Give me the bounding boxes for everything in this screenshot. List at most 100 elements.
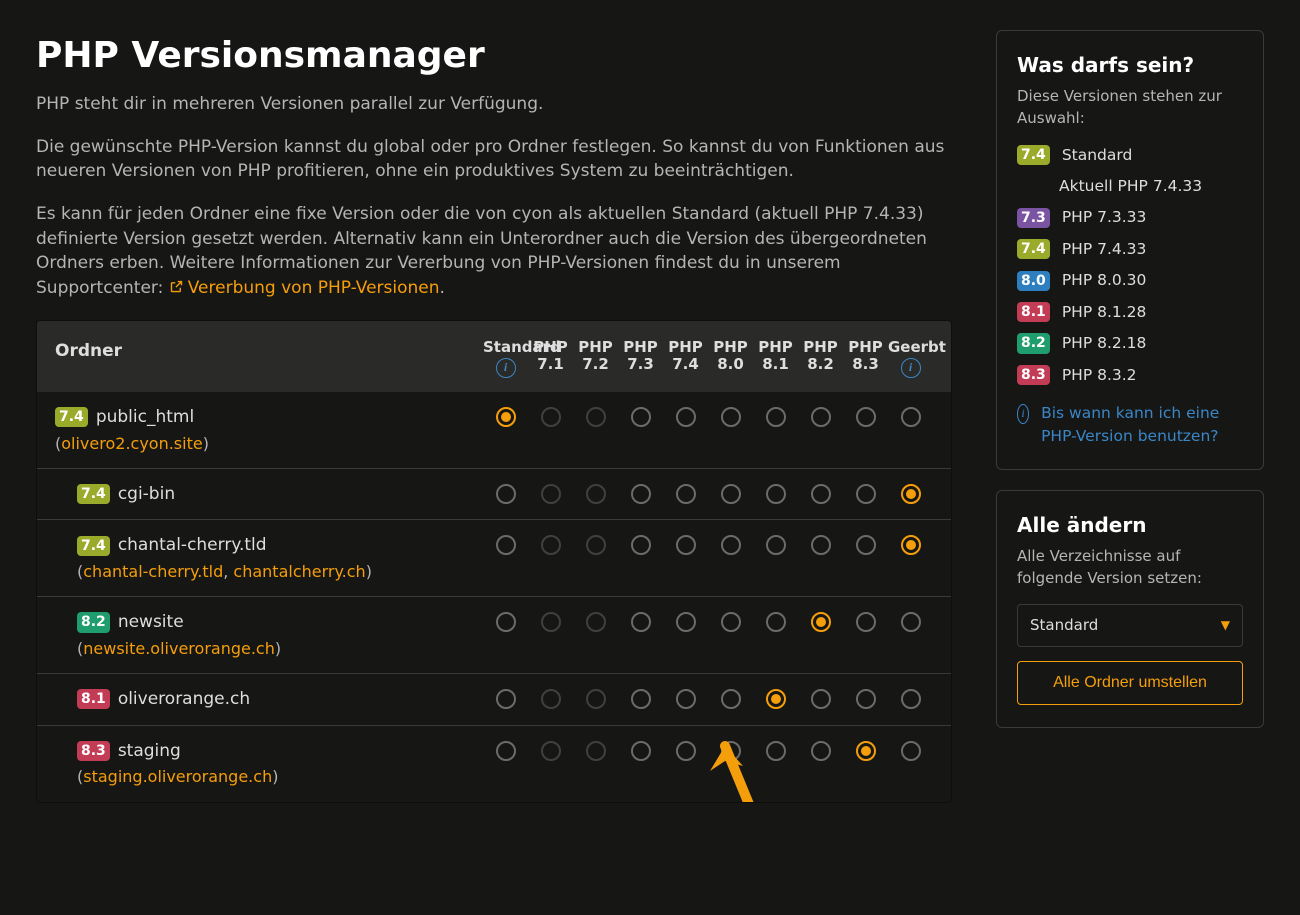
version-radio[interactable] <box>631 407 651 427</box>
col-header: PHP7.4 <box>663 339 708 378</box>
col-header: PHP8.2 <box>798 339 843 378</box>
version-radio[interactable] <box>856 612 876 632</box>
version-radio[interactable] <box>901 689 921 709</box>
version-radio[interactable] <box>766 689 786 709</box>
version-list-label: Standard <box>1062 144 1133 166</box>
version-radio[interactable] <box>766 484 786 504</box>
version-radio[interactable] <box>676 689 696 709</box>
version-radio[interactable] <box>901 741 921 761</box>
table-header: Ordner StandardiPHP7.1PHP7.2PHP7.3PHP7.4… <box>37 321 951 392</box>
version-radio[interactable] <box>676 407 696 427</box>
version-radio <box>541 612 561 632</box>
version-radio[interactable] <box>766 612 786 632</box>
folder-name: staging <box>118 739 181 764</box>
version-radio[interactable] <box>856 535 876 555</box>
version-list-label: Aktuell PHP 7.4.33 <box>1059 175 1202 197</box>
version-table: Ordner StandardiPHP7.1PHP7.2PHP7.3PHP7.4… <box>36 320 952 803</box>
version-list-item: Aktuell PHP 7.4.33 <box>1017 175 1243 197</box>
version-radio[interactable] <box>631 612 651 632</box>
version-radio[interactable] <box>721 612 741 632</box>
version-radio[interactable] <box>721 689 741 709</box>
version-radio[interactable] <box>856 484 876 504</box>
folder-domains: (staging.oliverorange.ch) <box>77 765 483 788</box>
version-radio[interactable] <box>721 407 741 427</box>
version-radio[interactable] <box>676 741 696 761</box>
version-list-label: PHP 8.3.2 <box>1062 364 1137 386</box>
col-header: PHP7.2 <box>573 339 618 378</box>
version-radio[interactable] <box>676 484 696 504</box>
change-all-title: Alle ändern <box>1017 511 1243 540</box>
folder-domains: (chantal-cherry.tld, chantalcherry.ch) <box>77 560 483 583</box>
version-radio <box>541 689 561 709</box>
version-list-item: 8.2PHP 8.2.18 <box>1017 332 1243 354</box>
inheritance-link[interactable]: Vererbung von PHP-Versionen <box>169 278 440 298</box>
folder-name: public_html <box>96 405 194 430</box>
version-radio[interactable] <box>496 535 516 555</box>
version-radio[interactable] <box>496 741 516 761</box>
version-radio <box>586 407 606 427</box>
table-row: 8.3staging(staging.oliverorange.ch) <box>37 725 951 802</box>
version-list-item: 7.3PHP 7.3.33 <box>1017 206 1243 228</box>
version-radio[interactable] <box>721 535 741 555</box>
version-radio[interactable] <box>496 689 516 709</box>
version-badge: 7.4 <box>77 536 110 556</box>
version-badge: 7.4 <box>77 484 110 504</box>
version-radio[interactable] <box>811 741 831 761</box>
version-radio <box>541 741 561 761</box>
folder-name: chantal-cherry.tld <box>118 533 267 558</box>
info-icon[interactable]: i <box>901 358 921 378</box>
version-badge: 7.4 <box>55 407 88 427</box>
version-radio[interactable] <box>721 484 741 504</box>
version-radio[interactable] <box>811 689 831 709</box>
change-all-subtitle: Alle Verzeichnisse auf folgende Version … <box>1017 546 1243 590</box>
version-radio[interactable] <box>676 612 696 632</box>
version-radio[interactable] <box>856 741 876 761</box>
version-radio[interactable] <box>631 689 651 709</box>
versions-box-subtitle: Diese Versionen stehen zur Auswahl: <box>1017 86 1243 130</box>
version-radio[interactable] <box>811 484 831 504</box>
version-radio[interactable] <box>496 612 516 632</box>
version-support-link[interactable]: Bis wann kann ich eine PHP-Version benut… <box>1041 402 1243 447</box>
col-header: PHP7.1 <box>528 339 573 378</box>
version-list-item: 7.4Standard <box>1017 144 1243 166</box>
version-list-item: 8.3PHP 8.3.2 <box>1017 364 1243 386</box>
col-header: Geerbti <box>888 339 933 378</box>
version-badge: 7.4 <box>1017 239 1050 259</box>
version-list-item: 8.1PHP 8.1.28 <box>1017 301 1243 323</box>
table-row: 8.1oliverorange.ch <box>37 673 951 725</box>
version-radio[interactable] <box>676 535 696 555</box>
table-row: 7.4public_html(olivero2.cyon.site) <box>37 392 951 468</box>
version-radio[interactable] <box>631 741 651 761</box>
version-radio[interactable] <box>496 484 516 504</box>
version-radio[interactable] <box>811 612 831 632</box>
version-radio[interactable] <box>901 535 921 555</box>
info-icon[interactable]: i <box>496 358 516 378</box>
col-header: PHP7.3 <box>618 339 663 378</box>
version-radio[interactable] <box>496 407 516 427</box>
version-radio[interactable] <box>766 407 786 427</box>
table-row: 7.4 chantal-cherry.tld(chantal-cherry.tld… <box>37 519 951 596</box>
version-list-item: 8.0PHP 8.0.30 <box>1017 269 1243 291</box>
version-radio[interactable] <box>811 407 831 427</box>
change-all-box: Alle ändern Alle Verzeichnisse auf folge… <box>996 490 1264 728</box>
col-header: Standardi <box>483 339 528 378</box>
intro-p2: Die gewünschte PHP-Version kannst du glo… <box>36 135 952 184</box>
version-radio[interactable] <box>631 484 651 504</box>
apply-all-button[interactable]: Alle Ordner umstellen <box>1017 661 1243 705</box>
version-radio[interactable] <box>766 741 786 761</box>
version-radio[interactable] <box>901 407 921 427</box>
version-select[interactable]: Standard ▼ <box>1017 604 1243 648</box>
version-radio[interactable] <box>856 689 876 709</box>
version-list-label: PHP 8.0.30 <box>1062 269 1147 291</box>
folder-name: oliverorange.ch <box>118 687 250 712</box>
version-list-label: PHP 7.4.33 <box>1062 238 1147 260</box>
version-radio[interactable] <box>721 741 741 761</box>
version-radio[interactable] <box>856 407 876 427</box>
version-radio[interactable] <box>631 535 651 555</box>
version-badge: 8.1 <box>1017 302 1050 322</box>
version-radio[interactable] <box>901 612 921 632</box>
version-radio[interactable] <box>766 535 786 555</box>
version-radio <box>541 407 561 427</box>
version-radio[interactable] <box>901 484 921 504</box>
version-radio[interactable] <box>811 535 831 555</box>
